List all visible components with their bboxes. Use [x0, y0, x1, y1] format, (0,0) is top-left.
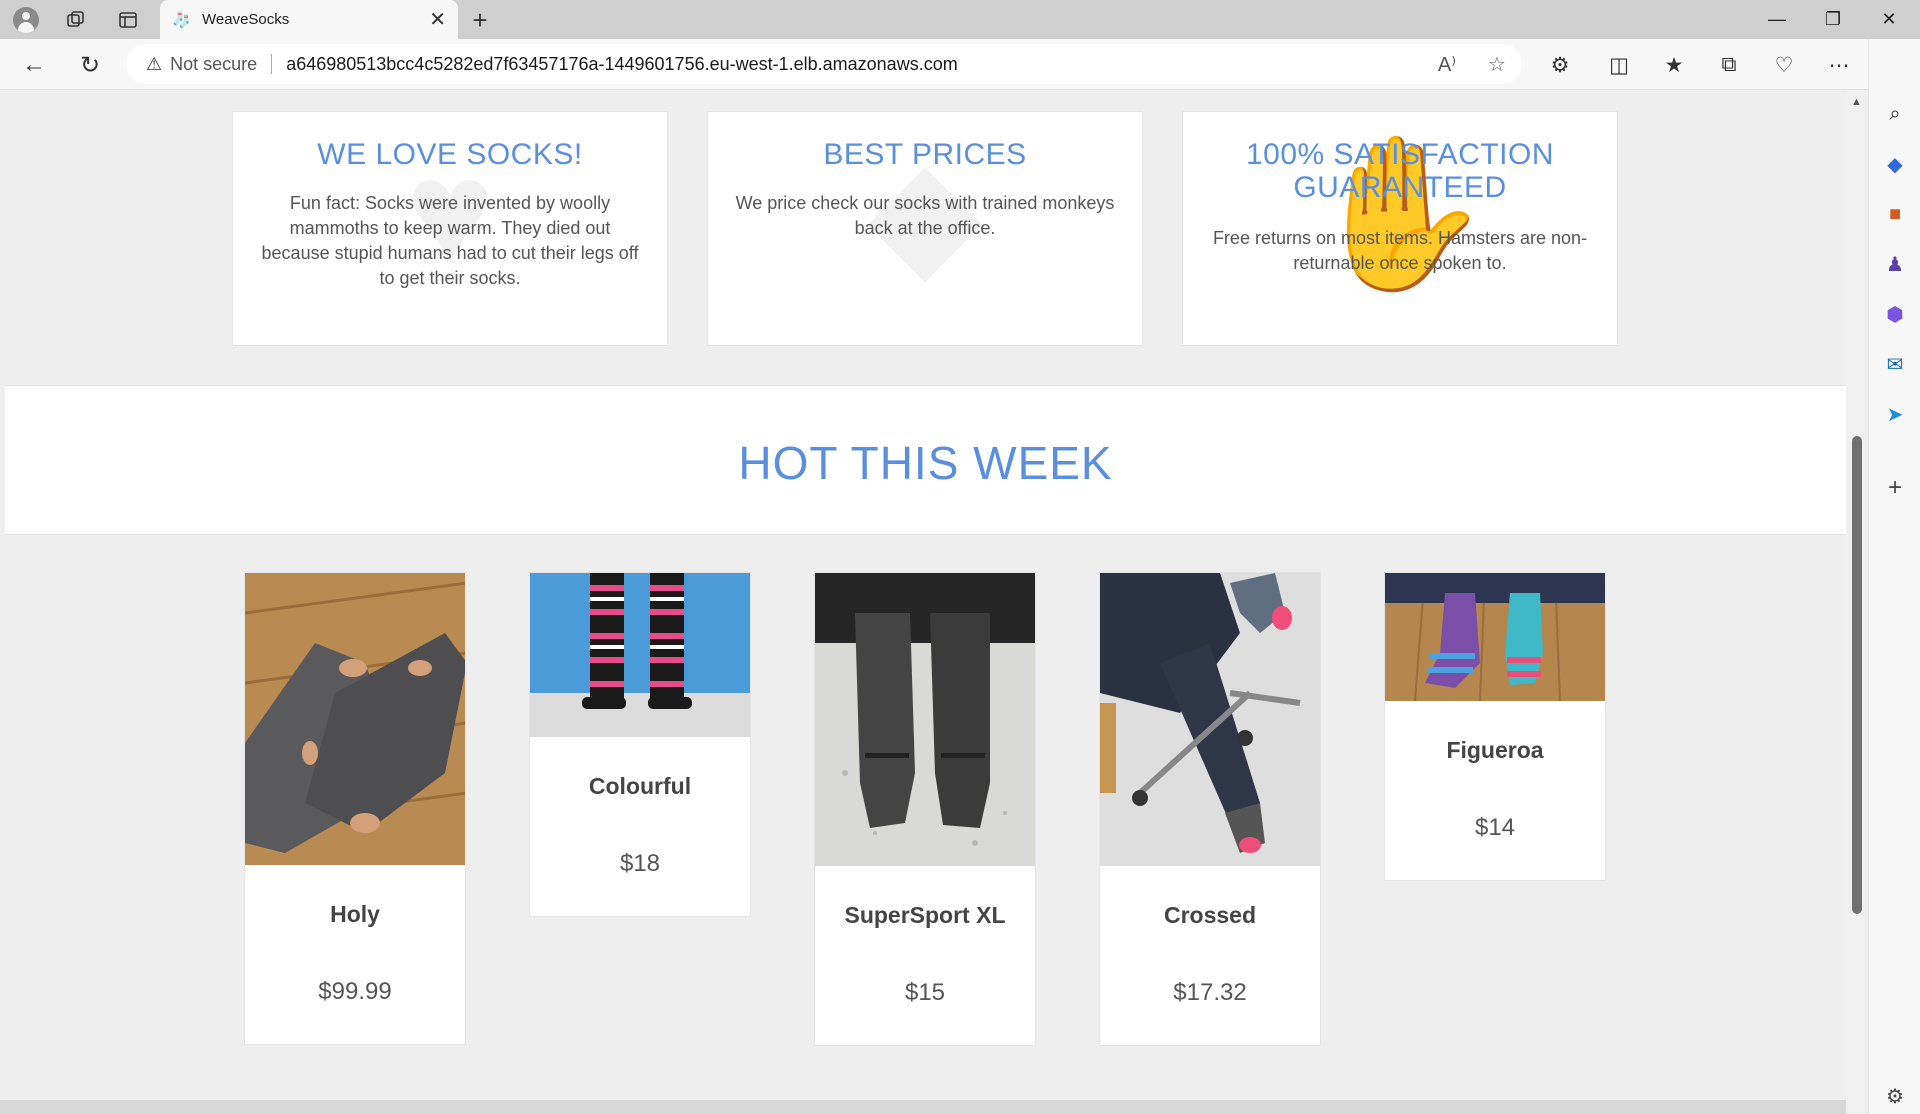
read-aloud-icon[interactable]: A⁾	[1422, 52, 1472, 77]
refresh-button[interactable]: ↻	[72, 47, 108, 83]
search-icon[interactable]: ⌕	[1882, 101, 1908, 127]
active-tab[interactable]: 🧦 WeaveSocks ✕	[160, 0, 458, 39]
add-sidebar-app-icon[interactable]: +	[1882, 474, 1908, 501]
feature-title: 100% SATISFACTION GUARANTEED	[1245, 138, 1555, 204]
tab-bar: 🧦 WeaveSocks ✕ + — ❐ ✕	[0, 0, 1920, 39]
more-menu-icon[interactable]: ⋯	[1819, 47, 1859, 83]
feature-text: Free returns on most items. Hamsters are…	[1212, 228, 1588, 273]
security-label[interactable]: Not secure	[170, 54, 257, 75]
sidebar-settings-icon[interactable]: ⚙	[1882, 1083, 1908, 1109]
feature-text: Fun fact: Socks were invented by woolly …	[261, 193, 639, 288]
vertical-tabs-button[interactable]	[110, 4, 146, 36]
profile-button[interactable]	[8, 4, 44, 36]
footer-edge	[0, 1100, 1846, 1114]
product-name[interactable]: Holy	[245, 901, 465, 928]
tab-actions-icon	[119, 12, 137, 28]
omnibox[interactable]: ⚠ Not secure a646980513bcc4c5282ed7f6345…	[126, 44, 1522, 84]
product-price: $18	[619, 850, 661, 877]
workspaces-button[interactable]	[58, 4, 94, 36]
product-card-figueroa[interactable]: Figueroa $14	[1384, 572, 1606, 881]
section-title: HOT THIS WEEK	[738, 437, 1113, 489]
back-arrow-icon: ←	[22, 51, 46, 78]
feature-card-best-prices: ◆ BEST PRICES We price check our socks w…	[707, 111, 1143, 346]
collections-icon[interactable]: ⧉	[1709, 47, 1749, 83]
product-card-crossed[interactable]: Crossed $17.32	[1099, 572, 1321, 1046]
product-price: $14	[1474, 814, 1516, 841]
feature-text: We price check our socks with trained mo…	[735, 193, 1115, 238]
browser-essentials-icon[interactable]: ♡	[1764, 47, 1804, 83]
product-price: $17.32	[1173, 979, 1247, 1006]
split-screen-icon[interactable]: ◫	[1599, 47, 1639, 83]
page-scrollbar[interactable]: ▲	[1846, 90, 1868, 1114]
product-price: $15	[904, 979, 946, 1006]
outlook-icon[interactable]: ✉	[1882, 351, 1908, 377]
url-text[interactable]: a646980513bcc4c5282ed7f63457176a-1449601…	[286, 54, 1422, 75]
feature-card-love-socks: ♥ WE LOVE SOCKS! Fun fact: Socks were in…	[232, 111, 668, 346]
extensions-icon[interactable]: ⚙	[1540, 47, 1580, 83]
web-page: ♥ WE LOVE SOCKS! Fun fact: Socks were in…	[0, 90, 1846, 1114]
refresh-icon: ↻	[79, 51, 101, 79]
scroll-thumb[interactable]	[1852, 436, 1862, 914]
games-icon[interactable]: ♟	[1882, 251, 1908, 277]
product-image[interactable]	[1100, 573, 1320, 866]
product-name[interactable]: Colourful	[530, 773, 750, 800]
profile-icon	[13, 7, 39, 33]
feature-title: WE LOVE SOCKS!	[317, 138, 583, 171]
drop-send-icon[interactable]: ➤	[1882, 401, 1908, 427]
new-tab-button[interactable]: +	[462, 4, 498, 36]
restore-button[interactable]: ❐	[1805, 0, 1861, 39]
product-image[interactable]	[530, 573, 750, 737]
close-window-button[interactable]: ✕	[1861, 0, 1917, 39]
product-name[interactable]: SuperSport XL	[815, 902, 1035, 929]
minimize-button[interactable]: —	[1749, 0, 1805, 39]
product-image[interactable]	[245, 573, 465, 865]
product-card-supersport-xl[interactable]: SuperSport XL $15	[814, 572, 1036, 1046]
tab-title: WeaveSocks	[202, 11, 290, 28]
favorites-icon[interactable]: ★	[1654, 47, 1694, 83]
product-card-holy[interactable]: Holy $99.99	[244, 572, 466, 1045]
back-button[interactable]: ←	[16, 47, 52, 83]
workspaces-icon	[67, 11, 84, 27]
microsoft-365-icon[interactable]: ⬢	[1882, 301, 1908, 327]
warning-icon: ⚠	[146, 53, 163, 74]
hot-this-week-section: HOT THIS WEEK	[5, 385, 1846, 535]
product-name[interactable]: Crossed	[1100, 902, 1320, 929]
product-price: $99.99	[318, 978, 392, 1005]
close-tab-icon[interactable]: ✕	[429, 7, 446, 32]
feature-card-satisfaction: ✋ 100% SATISFACTION GUARANTEED Free retu…	[1182, 111, 1618, 346]
favorite-star-icon[interactable]: ☆	[1472, 52, 1522, 77]
product-image[interactable]	[815, 573, 1035, 866]
edge-sidebar: ⌕ ◆ ■ ♟ ⬢ ✉ ➤ + ⚙	[1868, 39, 1920, 1114]
scroll-up-arrow-icon[interactable]: ▲	[1851, 96, 1862, 108]
product-name[interactable]: Figueroa	[1385, 737, 1605, 764]
shopping-tag-icon[interactable]: ◆	[1882, 151, 1908, 177]
feature-title: BEST PRICES	[823, 138, 1027, 171]
socks-icon: 🧦	[172, 11, 191, 29]
omnibox-divider	[271, 54, 273, 74]
tools-briefcase-icon[interactable]: ■	[1882, 201, 1908, 227]
product-card-colourful[interactable]: Colourful $18	[529, 572, 751, 917]
product-image[interactable]	[1385, 573, 1605, 701]
address-bar: ← ↻ ⚠ Not secure a646980513bcc4c5282ed7f…	[0, 39, 1920, 90]
